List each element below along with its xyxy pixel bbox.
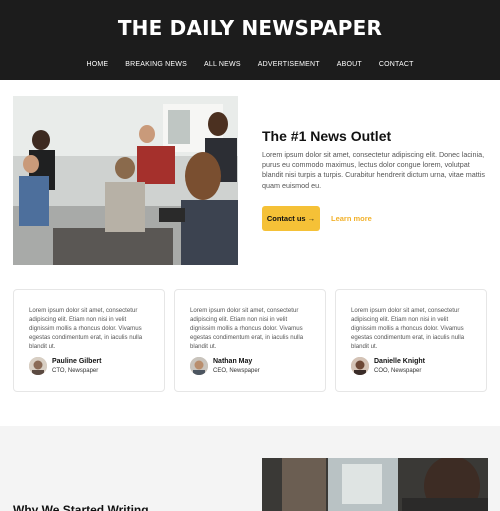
person-name: Pauline Gilbert: [52, 358, 102, 365]
avatar: [29, 357, 47, 375]
person-name: Danielle Knight: [374, 358, 425, 365]
testimonial-text: Lorem ipsum dolor sit amet, consectetur …: [351, 307, 465, 351]
writing-photo: [262, 458, 488, 511]
nav-all-news[interactable]: ALL NEWS: [204, 61, 241, 68]
hero-team-photo: [13, 96, 238, 265]
main-nav: HOME BREAKING NEWS ALL NEWS ADVERTISEMEN…: [0, 61, 500, 68]
testimonial-card: Lorem ipsum dolor sit amet, consectetur …: [174, 289, 326, 392]
avatar: [351, 357, 369, 375]
nav-home[interactable]: HOME: [86, 61, 108, 68]
hero-text: Lorem ipsum dolor sit amet, consectetur …: [262, 150, 485, 190]
section-title: Why We Started Writing: [13, 503, 149, 511]
person-role: COO, Newspaper: [374, 368, 422, 374]
contact-us-button[interactable]: Contact us →: [262, 206, 320, 231]
testimonial-card: Lorem ipsum dolor sit amet, consectetur …: [335, 289, 487, 392]
site-header: THE DAILY NEWSPAPER HOME BREAKING NEWS A…: [0, 0, 500, 80]
person-name: Nathan May: [213, 358, 253, 365]
hero-title: The #1 News Outlet: [262, 128, 392, 144]
person-role: CEO, Newspaper: [213, 368, 260, 374]
nav-advertisement[interactable]: ADVERTISEMENT: [258, 61, 320, 68]
avatar: [190, 357, 208, 375]
learn-more-link[interactable]: Learn more: [331, 214, 372, 223]
testimonial-text: Lorem ipsum dolor sit amet, consectetur …: [29, 307, 143, 351]
testimonial-card: Lorem ipsum dolor sit amet, consectetur …: [13, 289, 165, 392]
nav-about[interactable]: ABOUT: [337, 61, 362, 68]
testimonial-text: Lorem ipsum dolor sit amet, consectetur …: [190, 307, 304, 351]
person-role: CTO, Newspaper: [52, 368, 99, 374]
site-title: THE DAILY NEWSPAPER: [117, 16, 383, 40]
nav-breaking-news[interactable]: BREAKING NEWS: [125, 61, 187, 68]
nav-contact[interactable]: CONTACT: [379, 61, 414, 68]
